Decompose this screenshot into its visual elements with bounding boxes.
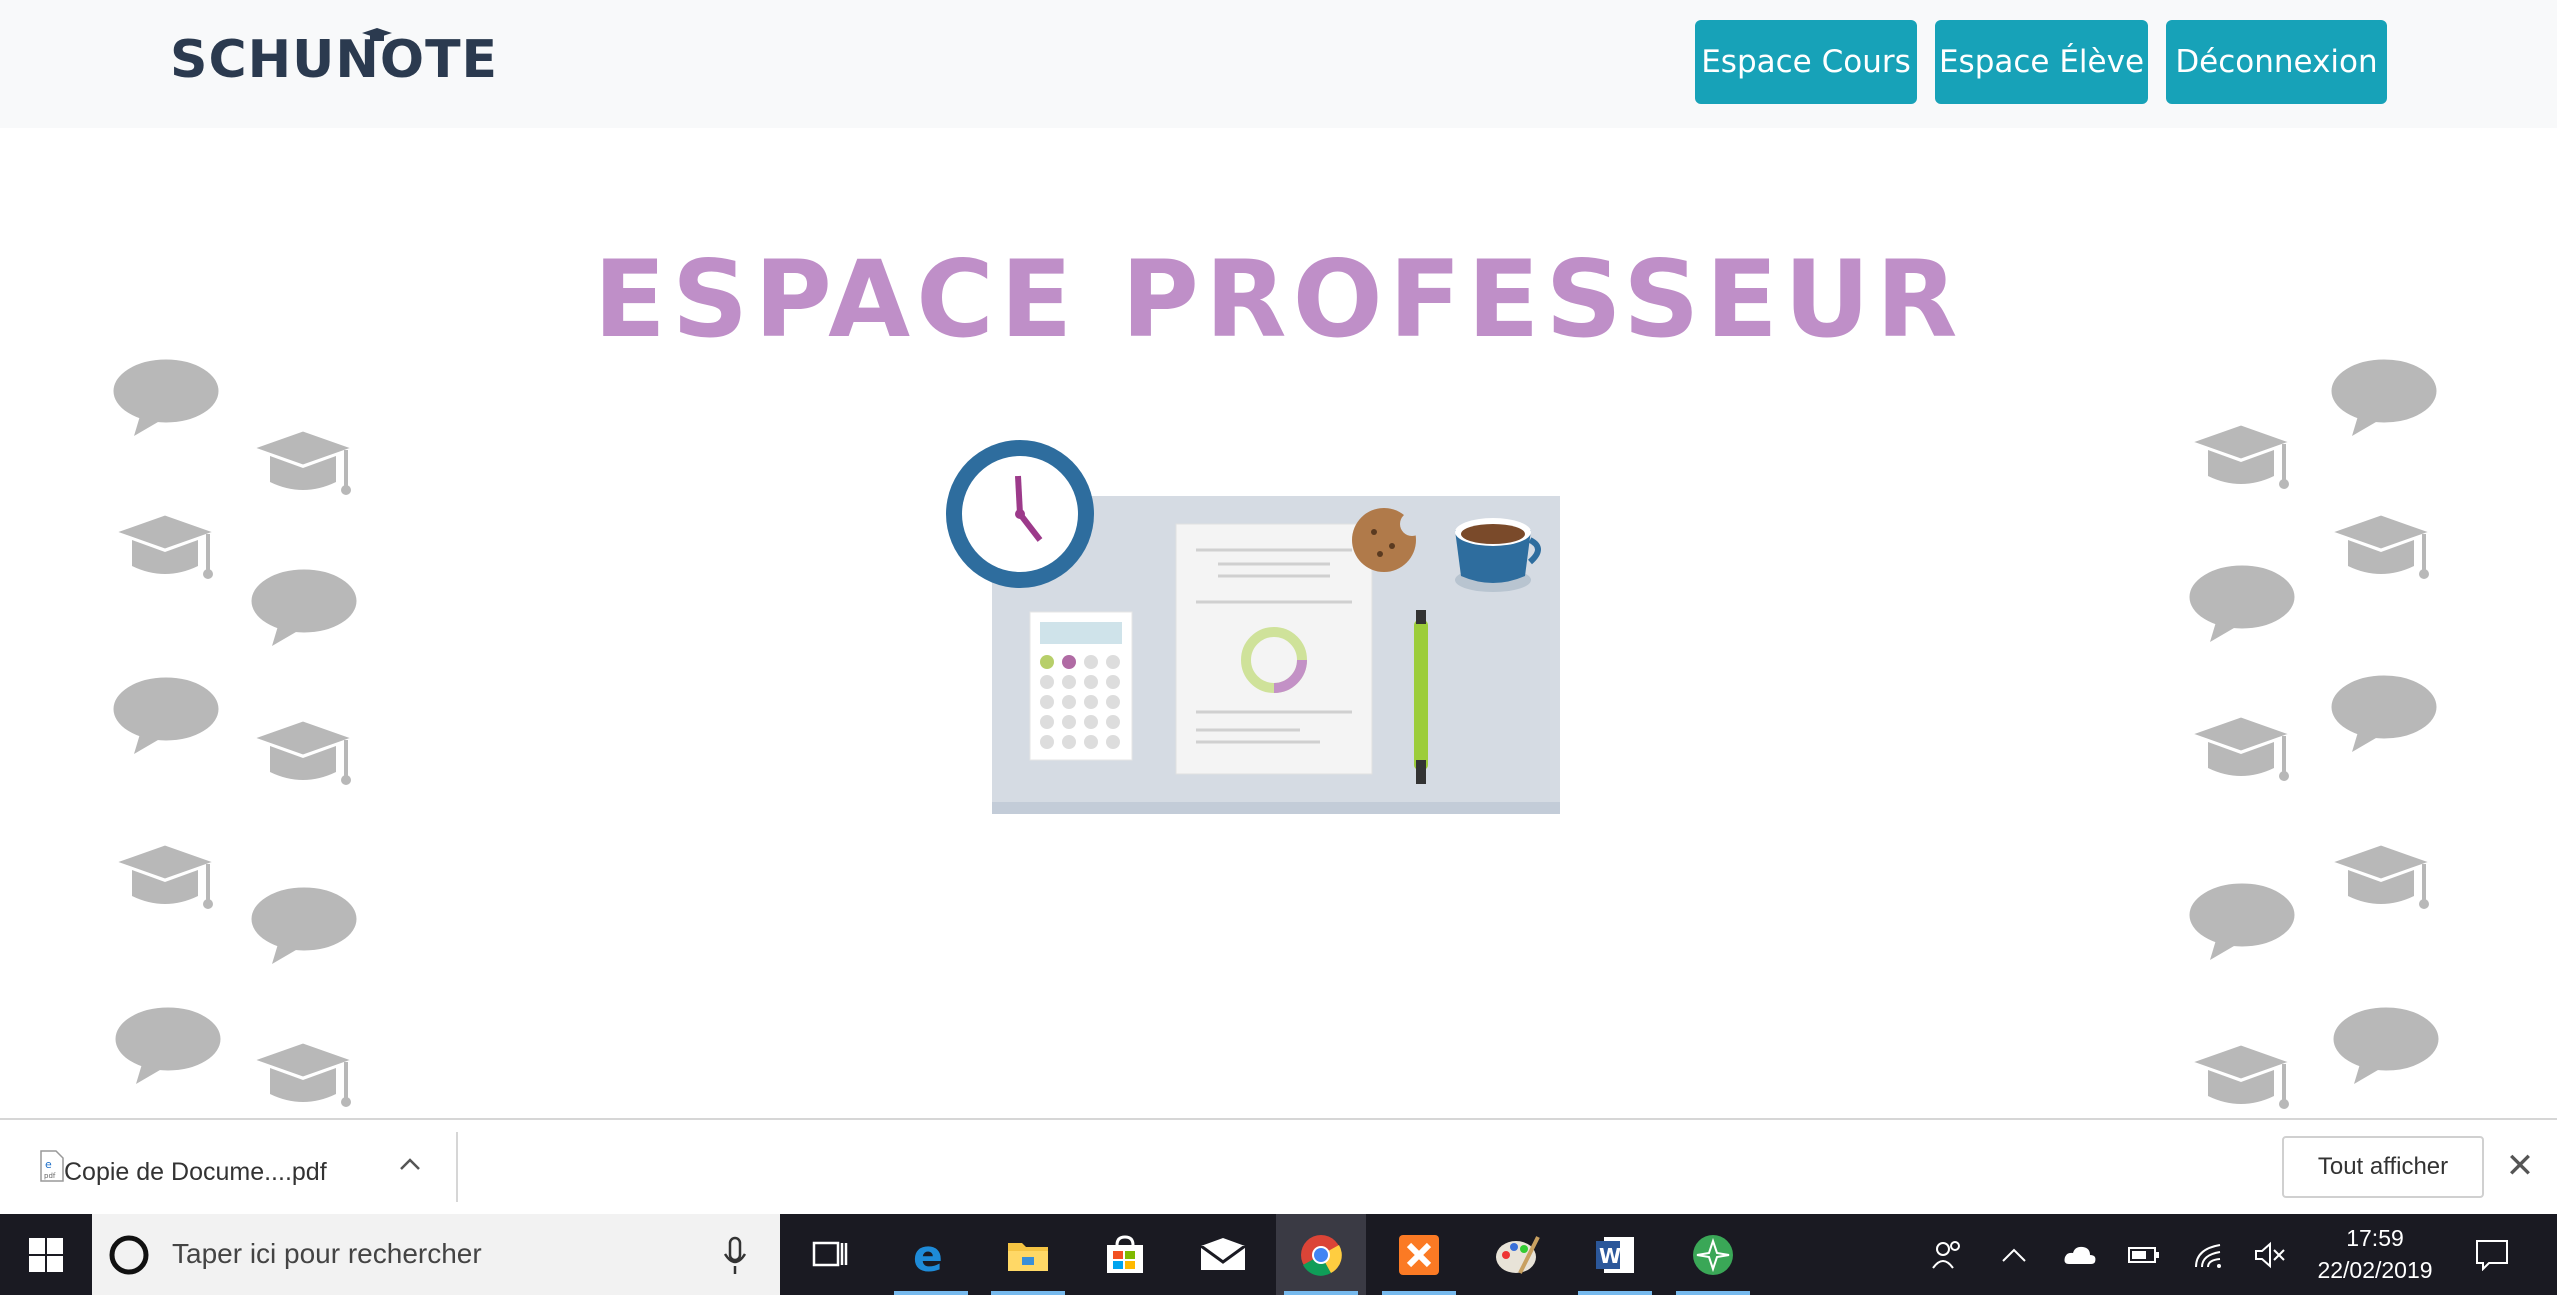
taskbar: Taper ici pour rechercher e W 17:59 22/0… [0, 1214, 2557, 1295]
graduation-cap-icon [248, 428, 359, 495]
logo-cap-icon [362, 28, 392, 41]
brand-logo[interactable]: SCHUNOTE [170, 28, 499, 90]
graduation-cap-icon [110, 842, 221, 909]
deconnexion-button[interactable]: Déconnexion [2166, 20, 2387, 104]
page-title: ESPACE PROFESSEUR [593, 238, 1964, 361]
document-icon [1175, 523, 1373, 775]
people-icon[interactable] [1920, 1214, 1972, 1295]
speech-bubble-icon [2328, 672, 2440, 752]
graduation-cap-icon [2186, 422, 2297, 489]
speech-bubble-icon [2186, 562, 2298, 642]
chrome-icon[interactable] [1276, 1214, 1366, 1295]
download-file-name[interactable]: Copie de Docume....pdf [64, 1158, 327, 1187]
edge-icon[interactable]: e [886, 1214, 976, 1295]
graduation-cap-icon [2326, 512, 2437, 579]
mail-icon[interactable] [1178, 1214, 1268, 1295]
chevron-up-icon[interactable] [1990, 1214, 2038, 1295]
espace-eleve-button[interactable]: Espace Élève [1935, 20, 2148, 104]
pen-icon [1414, 610, 1428, 784]
navbar: SCHUNOTE Espace Cours Espace Élève Décon… [0, 0, 2557, 128]
graduation-cap-icon [2186, 1042, 2297, 1109]
svg-text:W: W [1599, 1244, 1621, 1268]
taskbar-clock[interactable]: 17:59 22/02/2019 [2300, 1222, 2450, 1286]
store-icon[interactable] [1080, 1214, 1170, 1295]
paint-icon[interactable] [1472, 1214, 1562, 1295]
graduation-cap-icon [248, 1040, 359, 1107]
graduation-cap-icon [248, 718, 359, 785]
speech-bubble-icon [110, 674, 222, 754]
clock-icon [946, 440, 1094, 588]
microphone-icon[interactable] [722, 1236, 748, 1276]
brand-text: SCHUNOTE [170, 30, 499, 90]
chevron-up-icon[interactable] [398, 1156, 422, 1172]
svg-text:e: e [913, 1233, 943, 1277]
xampp-icon[interactable] [1374, 1214, 1464, 1295]
word-icon[interactable]: W [1570, 1214, 1660, 1295]
speech-bubble-icon [2330, 1004, 2442, 1084]
clock-date: 22/02/2019 [2317, 1257, 2433, 1283]
graduation-cap-icon [110, 512, 221, 579]
divider [456, 1132, 458, 1202]
wifi-icon[interactable] [2182, 1214, 2234, 1295]
coffee-cup-icon [1455, 518, 1541, 592]
speech-bubble-icon [248, 566, 360, 646]
speech-bubble-icon [2186, 880, 2298, 960]
battery-icon[interactable] [2118, 1214, 2170, 1295]
notification-icon[interactable] [2466, 1214, 2518, 1295]
svg-text:e: e [45, 1158, 52, 1171]
desk-illustration [946, 440, 1560, 814]
search-placeholder: Taper ici pour rechercher [172, 1238, 482, 1269]
graduation-cap-icon [2326, 842, 2437, 909]
cortana-icon [109, 1235, 149, 1275]
espace-cours-button[interactable]: Espace Cours [1695, 20, 1917, 104]
download-bar: e pdf Copie de Docume....pdf Tout affich… [0, 1118, 2557, 1214]
app-icon[interactable] [1668, 1214, 1758, 1295]
speech-bubble-icon [2328, 356, 2440, 436]
speech-bubble-icon [110, 356, 222, 436]
graduation-cap-icon [2186, 714, 2297, 781]
calculator-icon [1029, 611, 1133, 761]
speech-bubble-icon [248, 884, 360, 964]
close-icon[interactable]: ✕ [2505, 1148, 2535, 1184]
svg-text:pdf: pdf [44, 1172, 56, 1180]
onedrive-icon[interactable] [2054, 1214, 2106, 1295]
taskbar-search[interactable]: Taper ici pour rechercher [92, 1214, 780, 1295]
pdf-file-icon: e pdf [40, 1150, 64, 1182]
file-explorer-icon[interactable] [983, 1214, 1073, 1295]
windows-start-icon[interactable] [0, 1214, 92, 1295]
speech-bubble-icon [112, 1004, 224, 1084]
task-view-icon[interactable] [785, 1214, 875, 1295]
show-all-button[interactable]: Tout afficher [2282, 1136, 2484, 1198]
volume-muted-icon[interactable] [2244, 1214, 2296, 1295]
clock-time: 17:59 [2346, 1225, 2404, 1251]
